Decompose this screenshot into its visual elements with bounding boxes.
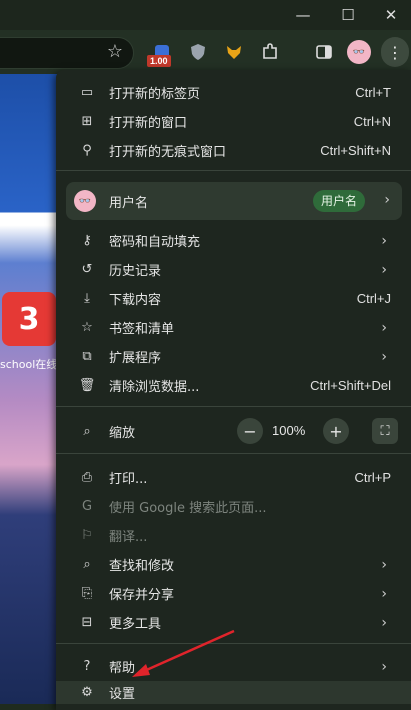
annotation-arrow xyxy=(132,629,235,677)
